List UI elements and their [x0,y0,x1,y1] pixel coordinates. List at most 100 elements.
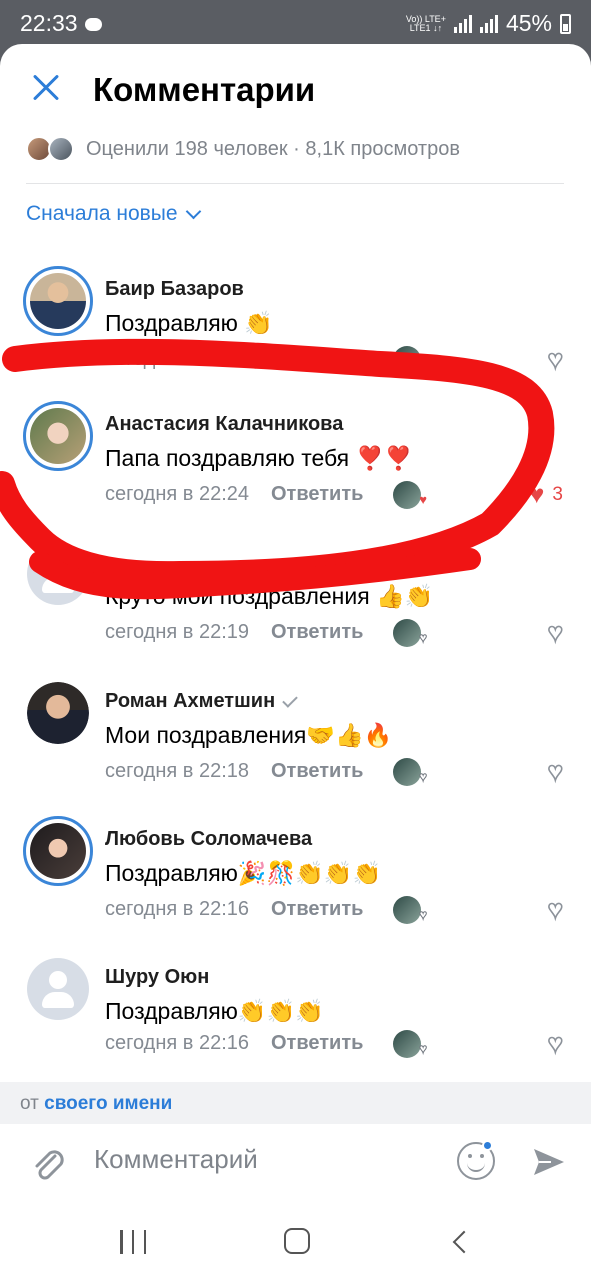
comment-item: Любовь Соломачева Поздравляю🎉🎊👏👏👏 сегодн… [0,816,591,954]
heart-outline-icon: ♥ [547,893,564,925]
avatar[interactable] [23,401,93,471]
comment-meta: сегодня в 22:24 Ответить [105,483,363,506]
liker-avatar [48,136,74,162]
comment-text: Поздравляю 👏 [105,310,273,336]
recents-button[interactable] [120,1230,146,1254]
heart-outline-icon: ♥ [419,357,428,373]
reply-button[interactable]: Ответить [271,621,363,644]
author-reaction-avatar: ♥ [393,896,427,924]
chevron-down-icon [185,203,201,219]
heart-outline-icon: ♥ [419,1041,428,1057]
comment-text: Поздравляю🎉🎊👏👏👏 [105,860,382,886]
like-button[interactable]: ♥ [547,616,564,648]
battery-percent: 45% [505,10,552,36]
comment-meta: сегодня в 22:18 Ответить [105,760,363,783]
sort-dropdown[interactable]: Сначала новые [26,202,201,226]
post-as-prefix: от [20,1093,39,1114]
system-nav-bar [0,1204,591,1280]
author-reaction-avatar: ♥ [393,1030,427,1058]
comment-item: Шуру Оюн Поздравляю👏👏👏 сегодня в 22:16 О… [0,954,591,1092]
comment-meta: сегодня в 22:19 Ответить [105,621,363,644]
avatar[interactable] [27,543,89,605]
sort-label: Сначала новые [26,202,178,225]
status-bar: 22:33 Vo)) LTE+ LTE1 ↓↑ 45% [0,0,591,48]
page-title: Комментарии [93,71,316,108]
close-icon[interactable] [28,70,64,106]
send-icon[interactable] [531,1144,567,1180]
divider [26,183,564,184]
comment-item: Анастасия Калачникова Папа поздравляю те… [0,401,591,539]
author-reaction-avatar: ♥ [393,758,427,786]
comment-author[interactable]: Баир Базаров [105,278,244,301]
comment-meta: сегодня в 22:16 Ответить [105,1032,363,1055]
like-button[interactable]: ♥ 3 [529,479,563,510]
reply-button[interactable]: Ответить [271,348,363,371]
comment-author[interactable]: Шуру Оюн [105,966,209,989]
comment-time: сегодня в 22:24 [105,483,249,505]
heart-outline-icon: ♥ [419,769,428,785]
comment-input[interactable]: Комментарий [94,1144,258,1175]
verified-check-icon [282,691,298,708]
comment-author[interactable]: Анастасия Калачникова [105,413,343,436]
comment-time: сегодня в 22:18 [105,760,249,782]
like-count: 3 [552,483,563,505]
like-button[interactable]: ♥ [547,1027,564,1059]
comment-input-bar: Комментарий [0,1124,591,1204]
like-button[interactable]: ♥ [547,893,564,925]
author-reaction-avatar: ♥ [393,619,427,647]
author-reaction-avatar: ♥ [393,346,427,374]
home-button[interactable] [284,1228,310,1254]
message-notification-icon [85,18,102,31]
avatar[interactable] [23,816,93,886]
author-reaction-avatar: ♥ [393,481,427,509]
network-type-bottom: LTE1 ↓↑ [409,22,443,33]
battery-icon [560,13,571,34]
sheet-header: Комментарии [0,44,591,134]
likes-summary-text: Оценили 198 человек · 8,1К просмотров [86,137,460,160]
comment-item: Баир Базаров Поздравляю 👏 сегодня в 22:3… [0,266,591,404]
comment-time: сегодня в 22:19 [105,621,249,643]
comment-meta: сегодня в 22:16 Ответить [105,898,363,921]
network-type: Vo)) LTE+ LTE1 ↓↑ [406,14,446,33]
avatar[interactable] [23,266,93,336]
comment-text: Круто мои поздравления 👍👏 [105,583,434,609]
comment-item: Роман Ахметшин Мои поздравления🤝👍🔥 сегод… [0,678,591,816]
heart-outline-icon: ♥ [419,907,428,923]
signal-icon [453,14,472,33]
like-button[interactable]: ♥ [547,343,564,375]
comment-text: Папа поздравляю тебя ❣️❣️ [105,445,413,471]
comments-sheet: Комментарии Оценили 198 человек · 8,1К п… [0,44,591,1280]
comment-text: Мои поздравления🤝👍🔥 [105,722,393,748]
comment-author[interactable]: Роман Ахметшин [105,690,298,713]
heart-outline-icon: ♥ [547,1027,564,1059]
post-as-bar: от своего имени [0,1082,591,1124]
notification-dot [482,1140,493,1151]
comment-time: сегодня в 22:31 [105,348,249,370]
heart-filled-icon: ♥ [419,492,427,507]
clock: 22:33 [20,10,78,36]
reply-button[interactable]: Ответить [271,483,363,506]
comment-author[interactable]: Любовь Соломачева [105,828,312,851]
heart-filled-icon: ♥ [528,479,545,509]
paperclip-icon[interactable] [28,1144,68,1184]
like-button[interactable]: ♥ [547,755,564,787]
comment-time: сегодня в 22:16 [105,898,249,920]
reply-button[interactable]: Ответить [271,760,363,783]
reply-button[interactable]: Ответить [271,898,363,921]
comment-meta: сегодня в 22:31 Ответить [105,348,363,371]
heart-outline-icon: ♥ [547,343,564,375]
signal-icon-sim2 [479,14,498,33]
heart-outline-icon: ♥ [547,616,564,648]
likes-summary[interactable]: Оценили 198 человек · 8,1К просмотров [26,134,460,164]
back-button[interactable] [452,1230,476,1254]
heart-outline-icon: ♥ [547,755,564,787]
avatar[interactable] [27,682,89,744]
comment-time: сегодня в 22:16 [105,1032,249,1054]
comment-item: Круто мои поздравления 👍👏 сегодня в 22:1… [0,539,591,677]
reply-button[interactable]: Ответить [271,1032,363,1055]
post-as-link[interactable]: своего имени [44,1093,172,1114]
heart-outline-icon: ♥ [419,630,428,646]
status-indicators: Vo)) LTE+ LTE1 ↓↑ 45% [406,10,571,37]
avatar[interactable] [27,958,89,1020]
comment-text: Поздравляю👏👏👏 [105,998,324,1024]
